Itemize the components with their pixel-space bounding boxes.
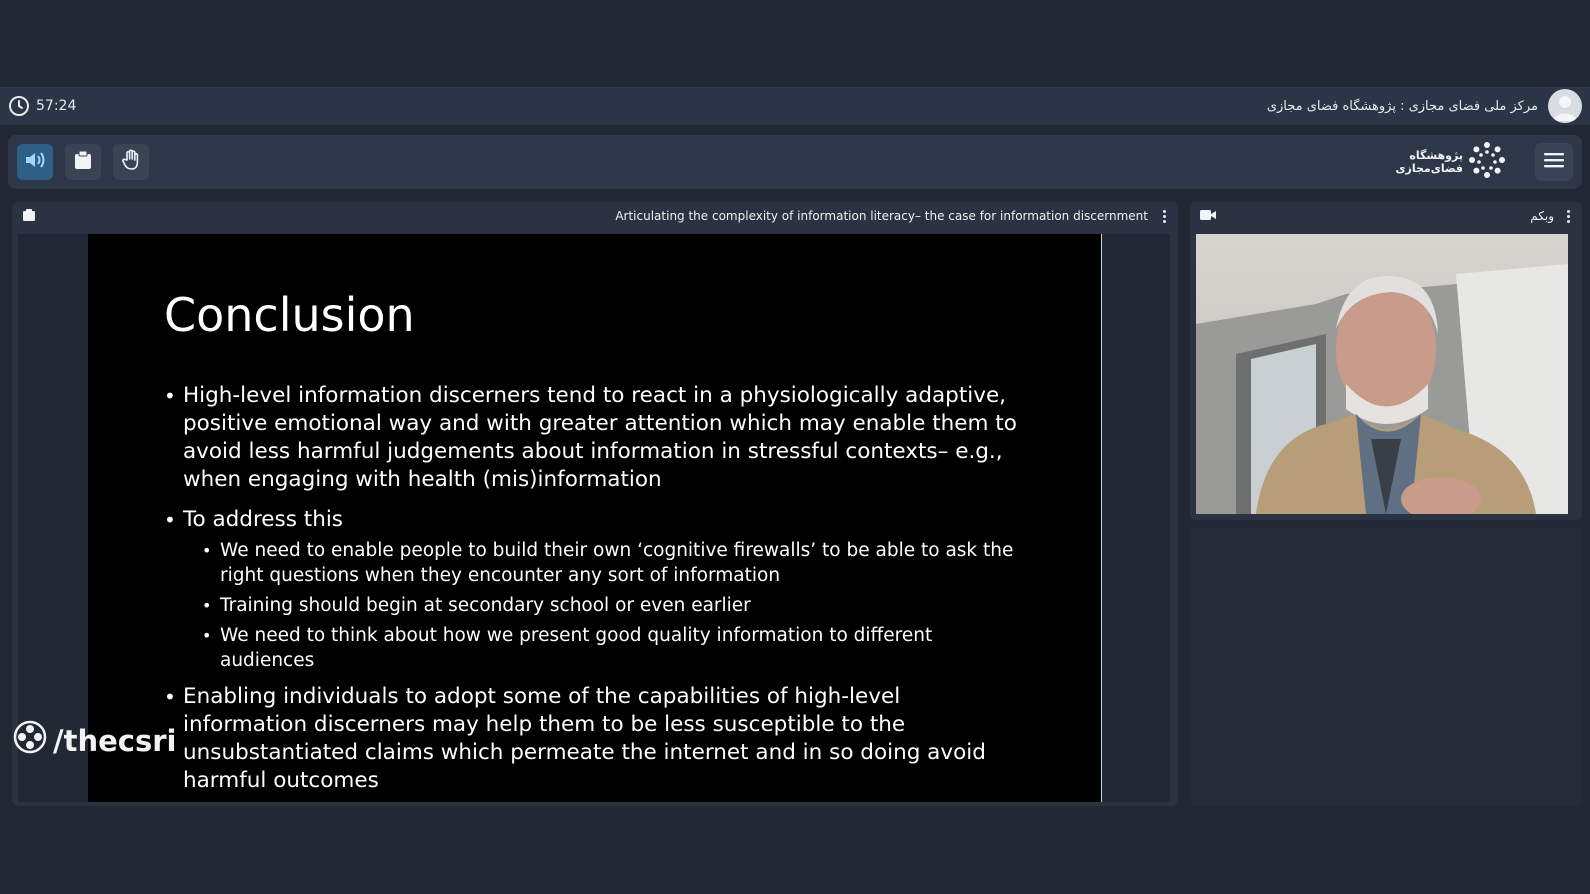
- presentation-button[interactable]: [65, 144, 101, 180]
- webcam-header: وبکم: [1190, 202, 1582, 230]
- toolbar-actions: [17, 144, 149, 180]
- video-camera-icon: [1200, 209, 1216, 224]
- raise-hand-button[interactable]: [113, 144, 149, 180]
- slide-sub-list: We need to enable people to build their …: [164, 538, 1024, 673]
- presentation-panel-icon: [22, 208, 36, 225]
- logo-line1: پژوهشگاه: [1409, 149, 1463, 162]
- film-reel-icon: [13, 720, 47, 761]
- audio-button[interactable]: [17, 144, 53, 180]
- room-title: مرکز ملی فضای مجازی : پژوهشگاه فضای مجاز…: [1266, 98, 1538, 114]
- slide-sub-bullet: We need to enable people to build their …: [202, 538, 1024, 588]
- avatar[interactable]: [1548, 89, 1582, 123]
- presentation-header: Articulating the complexity of informati…: [12, 202, 1178, 230]
- logo-line2: فضای‌مجازی: [1395, 162, 1463, 175]
- raise-hand-icon: [121, 149, 141, 175]
- presentation-panel: Articulating the complexity of informati…: [12, 202, 1178, 806]
- slide-bullet: To address this: [164, 506, 1024, 534]
- brand-area: پژوهشگاه فضای‌مجازی: [1395, 140, 1573, 184]
- presentation-options-icon[interactable]: [1158, 208, 1170, 224]
- slide-sub-bullet: We need to think about how we present go…: [202, 623, 1024, 673]
- logo: پژوهشگاه فضای‌مجازی: [1395, 140, 1507, 184]
- speaker-icon: [24, 150, 46, 174]
- hamburger-icon: [1544, 152, 1564, 172]
- watermark: /thecsri: [13, 720, 176, 761]
- slide-heading: Conclusion: [164, 288, 415, 342]
- menu-button[interactable]: [1535, 143, 1573, 181]
- sidebar-empty-area: [1190, 527, 1582, 806]
- webcam-video: [1196, 234, 1568, 514]
- clipboard-icon: [74, 150, 92, 174]
- slide: Conclusion High-level information discer…: [88, 234, 1102, 802]
- webcam-title: وبکم: [1530, 209, 1554, 223]
- webcam-panel: وبکم: [1190, 202, 1582, 520]
- webcam-options-icon[interactable]: [1562, 208, 1574, 224]
- slide-area: Conclusion High-level information discer…: [18, 234, 1170, 802]
- presentation-title: Articulating the complexity of informati…: [615, 209, 1148, 223]
- slide-body: High-level information discerners tend t…: [164, 382, 1024, 807]
- timer-text: 57:24: [36, 98, 77, 114]
- logo-icon: [1467, 140, 1507, 184]
- room-header: مرکز ملی فضای مجازی : پژوهشگاه فضای مجاز…: [1267, 89, 1582, 123]
- top-bar: 57:24 مرکز ملی فضای مجازی : پژوهشگاه فضا…: [0, 87, 1590, 125]
- watermark-text: /thecsri: [53, 723, 177, 758]
- slide-sub-bullet: Training should begin at secondary schoo…: [202, 593, 1024, 618]
- clock-icon: [8, 95, 30, 117]
- session-timer: 57:24: [8, 95, 76, 117]
- slide-bullet: Enabling individuals to adopt some of th…: [164, 683, 1024, 795]
- slide-bullet: High-level information discerners tend t…: [164, 382, 1024, 494]
- toolbar: پژوهشگاه فضای‌مجازی: [8, 135, 1582, 189]
